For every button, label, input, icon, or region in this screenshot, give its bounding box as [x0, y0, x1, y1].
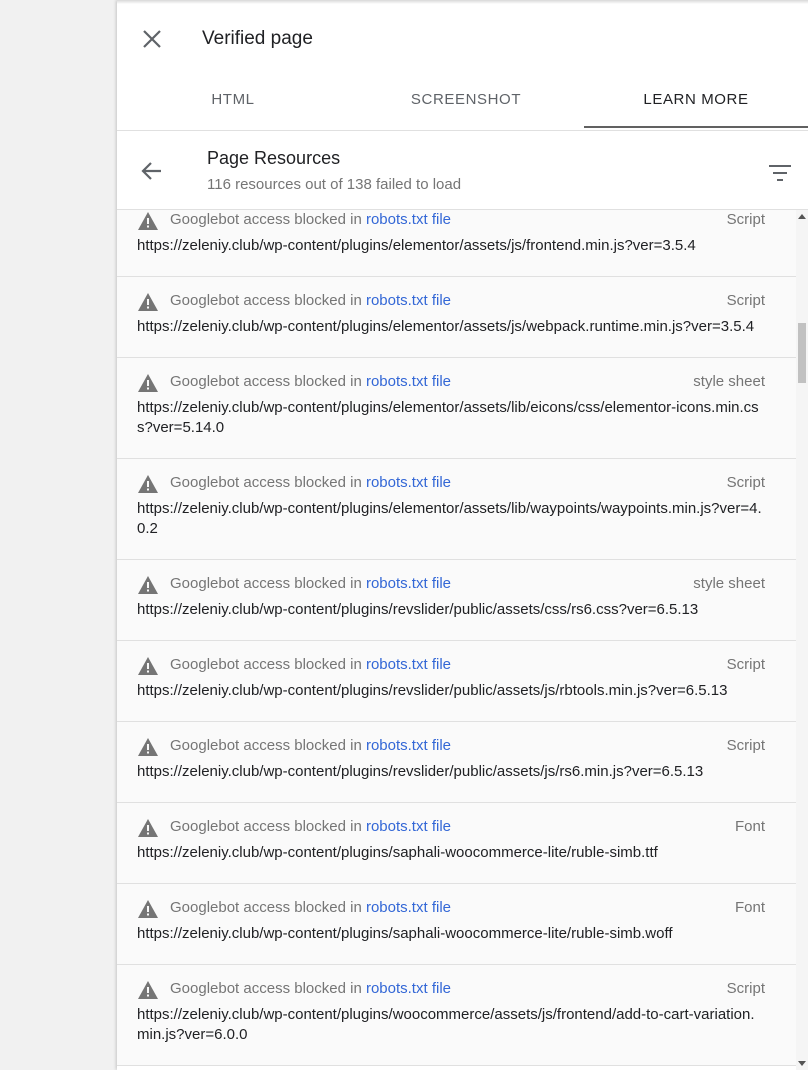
resource-url: https://zeleniy.club/wp-content/plugins/… — [137, 763, 704, 780]
resource-row-header: Googlebot access blocked in robots.txt f… — [137, 817, 765, 841]
resource-row: Googlebot access blocked in robots.txt f… — [117, 358, 797, 459]
resources-subheader: Page Resources 116 resources out of 138 … — [117, 130, 808, 210]
resource-message: Googlebot access blocked in robots.txt f… — [170, 817, 451, 837]
resource-message-text: Googlebot access blocked in — [170, 474, 366, 491]
resource-row: Googlebot access blocked in robots.txt f… — [117, 277, 797, 358]
resource-row-header: Googlebot access blocked in robots.txt f… — [137, 473, 765, 497]
back-arrow-icon[interactable] — [139, 158, 165, 184]
resource-type: Font — [734, 818, 765, 835]
resource-row: Googlebot access blocked in robots.txt f… — [117, 722, 797, 803]
scrollbar-thumb[interactable] — [798, 323, 806, 383]
resource-row: Googlebot access blocked in robots.txt f… — [117, 884, 797, 965]
subheader-title: Page Resources — [207, 148, 341, 168]
robots-txt-link[interactable]: robots.txt file — [366, 292, 451, 309]
resource-type: Script — [726, 656, 765, 673]
warning-icon — [137, 818, 159, 838]
warning-icon — [137, 899, 159, 919]
resource-type: Script — [726, 292, 765, 309]
warning-icon — [137, 211, 159, 231]
resource-message: Googlebot access blocked in robots.txt f… — [170, 473, 451, 493]
resource-message: Googlebot access blocked in robots.txt f… — [170, 210, 451, 230]
resource-url: https://zeleniy.club/wp-content/plugins/… — [137, 500, 762, 537]
resource-url: https://zeleniy.club/wp-content/plugins/… — [137, 925, 673, 942]
resource-message-text: Googlebot access blocked in — [170, 575, 366, 592]
warning-icon — [137, 292, 159, 312]
resource-message-text: Googlebot access blocked in — [170, 980, 366, 997]
resource-type: style sheet — [693, 575, 765, 592]
resource-row-header: Googlebot access blocked in robots.txt f… — [137, 574, 765, 598]
resource-row: Googlebot access blocked in robots.txt f… — [117, 641, 797, 722]
resource-type: Script — [726, 980, 765, 997]
tab-learn-more[interactable]: LEARN MORE — [584, 78, 808, 128]
panel-title: Verified page — [202, 28, 313, 49]
resource-row-header: Googlebot access blocked in robots.txt f… — [137, 979, 765, 1003]
resource-url: https://zeleniy.club/wp-content/plugins/… — [137, 1006, 755, 1043]
resource-message-text: Googlebot access blocked in — [170, 656, 366, 673]
resource-message: Googlebot access blocked in robots.txt f… — [170, 291, 451, 311]
resource-url: https://zeleniy.club/wp-content/plugins/… — [137, 682, 728, 699]
tab-html[interactable]: HTML — [117, 78, 349, 128]
scroll-down-arrow-icon[interactable] — [798, 1061, 806, 1066]
resource-row: Googlebot access blocked in robots.txt f… — [117, 210, 797, 277]
robots-txt-link[interactable]: robots.txt file — [366, 656, 451, 673]
resource-row: Googlebot access blocked in robots.txt f… — [117, 965, 797, 1066]
resource-list-inner: Googlebot access blocked in robots.txt f… — [117, 210, 797, 1066]
filter-icon[interactable] — [767, 163, 793, 183]
resource-type: Script — [726, 474, 765, 491]
resource-row-header: Googlebot access blocked in robots.txt f… — [137, 210, 765, 234]
scroll-up-arrow-icon[interactable] — [798, 214, 806, 219]
resource-row: Googlebot access blocked in robots.txt f… — [117, 803, 797, 884]
resource-message: Googlebot access blocked in robots.txt f… — [170, 655, 451, 675]
warning-icon — [137, 980, 159, 1000]
panel-header: Verified page — [117, 0, 808, 78]
tab-screenshot[interactable]: SCREENSHOT — [349, 78, 583, 128]
resource-row: Googlebot access blocked in robots.txt f… — [117, 560, 797, 641]
close-icon[interactable] — [139, 26, 165, 52]
resource-type: Script — [726, 737, 765, 754]
tab-bar: HTML SCREENSHOT LEARN MORE — [117, 78, 808, 131]
resource-row-header: Googlebot access blocked in robots.txt f… — [137, 291, 765, 315]
resource-row-header: Googlebot access blocked in robots.txt f… — [137, 655, 765, 679]
resource-message-text: Googlebot access blocked in — [170, 373, 366, 390]
robots-txt-link[interactable]: robots.txt file — [366, 211, 451, 228]
robots-txt-link[interactable]: robots.txt file — [366, 818, 451, 835]
resource-type: Font — [734, 899, 765, 916]
robots-txt-link[interactable]: robots.txt file — [366, 899, 451, 916]
robots-txt-link[interactable]: robots.txt file — [366, 737, 451, 754]
robots-txt-link[interactable]: robots.txt file — [366, 474, 451, 491]
warning-icon — [137, 373, 159, 393]
resource-list[interactable]: Googlebot access blocked in robots.txt f… — [117, 210, 808, 1070]
warning-icon — [137, 656, 159, 676]
resource-url: https://zeleniy.club/wp-content/plugins/… — [137, 237, 696, 254]
resource-message-text: Googlebot access blocked in — [170, 292, 366, 309]
robots-txt-link[interactable]: robots.txt file — [366, 980, 451, 997]
resource-message-text: Googlebot access blocked in — [170, 899, 366, 916]
resource-row-header: Googlebot access blocked in robots.txt f… — [137, 372, 765, 396]
warning-icon — [137, 474, 159, 494]
verified-page-panel: Verified page HTML SCREENSHOT LEARN MORE… — [117, 0, 808, 1070]
resource-url: https://zeleniy.club/wp-content/plugins/… — [137, 844, 658, 861]
resource-url: https://zeleniy.club/wp-content/plugins/… — [137, 601, 699, 618]
resource-type: style sheet — [693, 373, 765, 390]
warning-icon — [137, 575, 159, 595]
resource-message-text: Googlebot access blocked in — [170, 211, 366, 228]
resource-message-text: Googlebot access blocked in — [170, 818, 366, 835]
scrollbar[interactable] — [796, 210, 808, 1070]
subheader-description: 116 resources out of 138 failed to load — [207, 176, 462, 193]
resource-row: Googlebot access blocked in robots.txt f… — [117, 459, 797, 560]
warning-icon — [137, 737, 159, 757]
resource-message-text: Googlebot access blocked in — [170, 737, 366, 754]
resource-type: Script — [726, 211, 765, 228]
robots-txt-link[interactable]: robots.txt file — [366, 373, 451, 390]
resource-message: Googlebot access blocked in robots.txt f… — [170, 574, 451, 594]
resource-url: https://zeleniy.club/wp-content/plugins/… — [137, 399, 759, 436]
resource-message: Googlebot access blocked in robots.txt f… — [170, 736, 451, 756]
robots-txt-link[interactable]: robots.txt file — [366, 575, 451, 592]
resource-message: Googlebot access blocked in robots.txt f… — [170, 898, 451, 918]
resource-row-header: Googlebot access blocked in robots.txt f… — [137, 898, 765, 922]
resource-message: Googlebot access blocked in robots.txt f… — [170, 372, 451, 392]
resource-message: Googlebot access blocked in robots.txt f… — [170, 979, 451, 999]
resource-url: https://zeleniy.club/wp-content/plugins/… — [137, 318, 755, 335]
resource-row-header: Googlebot access blocked in robots.txt f… — [137, 736, 765, 760]
